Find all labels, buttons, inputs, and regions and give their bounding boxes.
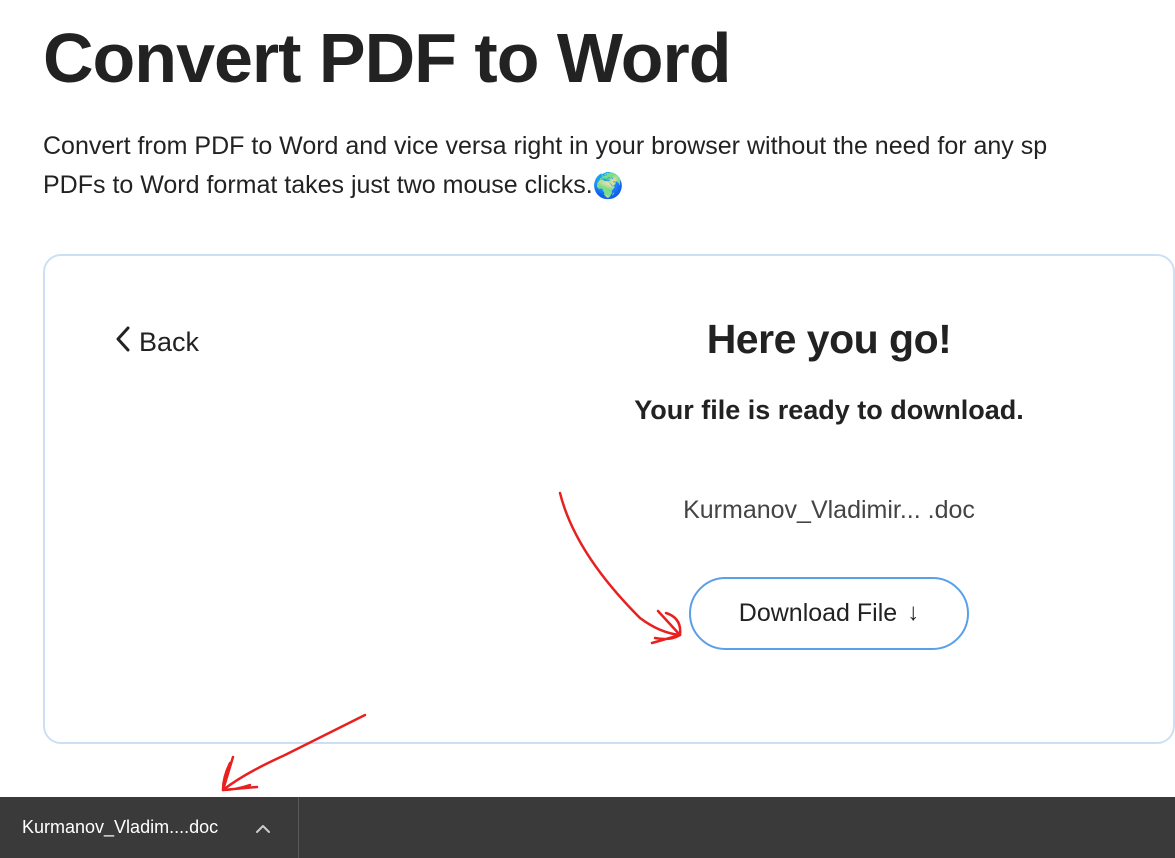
download-label: Download File: [739, 599, 897, 628]
chevron-left-icon: [115, 326, 131, 359]
globe-icon: 🌍: [593, 172, 624, 200]
result-subtitle: Your file is ready to download.: [479, 395, 1175, 426]
chevron-up-icon[interactable]: [256, 820, 270, 836]
result-title: Here you go!: [479, 316, 1175, 363]
download-arrow-icon: ↓: [907, 599, 919, 627]
back-button[interactable]: Back: [115, 326, 199, 359]
description-line-1: Convert from PDF to Word and vice versa …: [43, 132, 1047, 160]
page-description: Convert from PDF to Word and vice versa …: [43, 127, 1175, 206]
download-item-filename: Kurmanov_Vladim....doc: [22, 817, 218, 838]
download-item[interactable]: Kurmanov_Vladim....doc: [0, 797, 299, 858]
file-name: Kurmanov_Vladimir... .doc: [479, 496, 1175, 525]
result-area: Here you go! Your file is ready to downl…: [479, 316, 1175, 650]
page-title: Convert PDF to Word: [43, 20, 1175, 97]
description-line-2: PDFs to Word format takes just two mouse…: [43, 171, 593, 199]
back-label: Back: [139, 327, 199, 358]
download-file-button[interactable]: Download File ↓: [689, 577, 969, 650]
downloads-bar: Kurmanov_Vladim....doc: [0, 797, 1175, 858]
converter-card: Back Here you go! Your file is ready to …: [43, 254, 1175, 744]
